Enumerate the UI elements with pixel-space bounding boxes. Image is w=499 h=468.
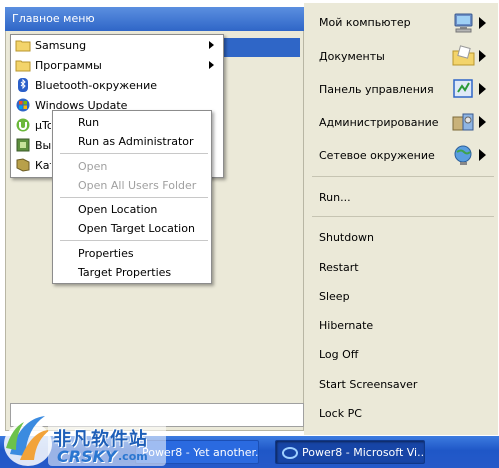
- menu-selection-highlight: [224, 38, 300, 57]
- ctx-separator: [60, 197, 208, 198]
- ctx-open[interactable]: Open: [78, 160, 107, 173]
- power-log-off[interactable]: Log Off: [319, 348, 358, 361]
- control-panel-submenu-arrow[interactable]: [479, 83, 486, 95]
- ctx-run-as-administrator[interactable]: Run as Administrator: [78, 135, 194, 148]
- power-separator: [312, 216, 494, 217]
- power-sleep[interactable]: Sleep: [319, 290, 350, 303]
- menu-item-utorrent[interactable]: µTo: [13, 116, 51, 136]
- utorrent-icon: [16, 118, 30, 132]
- menu-item-samsung[interactable]: Samsung: [13, 36, 218, 56]
- power-shutdown[interactable]: Shutdown: [319, 231, 374, 244]
- watermark-brand: CRSKY: [57, 447, 117, 466]
- ctx-open-location[interactable]: Open Location: [78, 203, 157, 216]
- network-submenu-arrow[interactable]: [479, 149, 486, 161]
- documents-folder-icon: [452, 45, 475, 66]
- control-panel-icon: [453, 79, 473, 98]
- my-computer-icon: [454, 13, 473, 33]
- taskbar-item-label: Power8 - Microsoft Vi...: [302, 446, 425, 459]
- taskbar-app-icon: [282, 447, 298, 459]
- network-icon: [454, 145, 472, 165]
- menu-item-label: Bluetooth-окружение: [35, 79, 158, 92]
- ctx-separator: [60, 153, 208, 154]
- folder-icon: [15, 40, 31, 52]
- places-separator: [312, 176, 494, 177]
- menu-item-label: Вы: [35, 139, 51, 152]
- run-command[interactable]: Run...: [319, 191, 351, 204]
- ctx-open-all-users-folder[interactable]: Open All Users Folder: [78, 179, 196, 192]
- place-control-panel[interactable]: Панель управления: [319, 83, 434, 96]
- menu-item-label: Кат: [35, 159, 51, 172]
- windows-update-icon: [16, 98, 30, 112]
- power-hibernate[interactable]: Hibernate: [319, 319, 373, 332]
- menu-item-app[interactable]: Вы: [13, 136, 51, 156]
- documents-submenu-arrow[interactable]: [479, 50, 486, 62]
- submenu-arrow-icon: [209, 41, 214, 49]
- menu-item-label: µTo: [35, 119, 51, 132]
- menu-item-bluetooth[interactable]: Bluetooth-окружение: [13, 76, 218, 96]
- power-lock-pc[interactable]: Lock PC: [319, 407, 362, 420]
- menu-item-label: Программы: [35, 59, 102, 72]
- catalog-icon: [16, 158, 30, 172]
- submenu-arrow-icon: [209, 61, 214, 69]
- place-my-computer[interactable]: Мой компьютер: [319, 16, 411, 29]
- power-restart[interactable]: Restart: [319, 261, 359, 274]
- ctx-separator: [60, 240, 208, 241]
- menu-item-label: Samsung: [35, 39, 87, 52]
- menu-item-catalog[interactable]: Кат: [13, 156, 51, 176]
- watermark-domain: .com: [118, 450, 148, 463]
- folder-icon: [15, 60, 31, 72]
- administration-submenu-arrow[interactable]: [479, 116, 486, 128]
- places-panel: [304, 3, 498, 435]
- bluetooth-icon: [18, 78, 28, 92]
- power-start-screensaver[interactable]: Start Screensaver: [319, 378, 417, 391]
- ctx-target-properties[interactable]: Target Properties: [78, 266, 171, 279]
- app-icon: [16, 138, 30, 152]
- ctx-properties[interactable]: Properties: [78, 247, 134, 260]
- my-computer-submenu-arrow[interactable]: [479, 17, 486, 29]
- place-documents[interactable]: Документы: [319, 50, 385, 63]
- taskbar-item-power8-active[interactable]: Power8 - Microsoft Vi...: [275, 440, 425, 464]
- menu-item-programs[interactable]: Программы: [13, 56, 218, 76]
- ctx-run[interactable]: Run: [78, 116, 99, 129]
- administration-icon: [452, 113, 474, 131]
- place-administration[interactable]: Администрирование: [319, 116, 439, 129]
- main-menu-header[interactable]: Главное меню: [5, 7, 304, 31]
- ctx-open-target-location[interactable]: Open Target Location: [78, 222, 195, 235]
- place-network[interactable]: Сетевое окружение: [319, 149, 435, 162]
